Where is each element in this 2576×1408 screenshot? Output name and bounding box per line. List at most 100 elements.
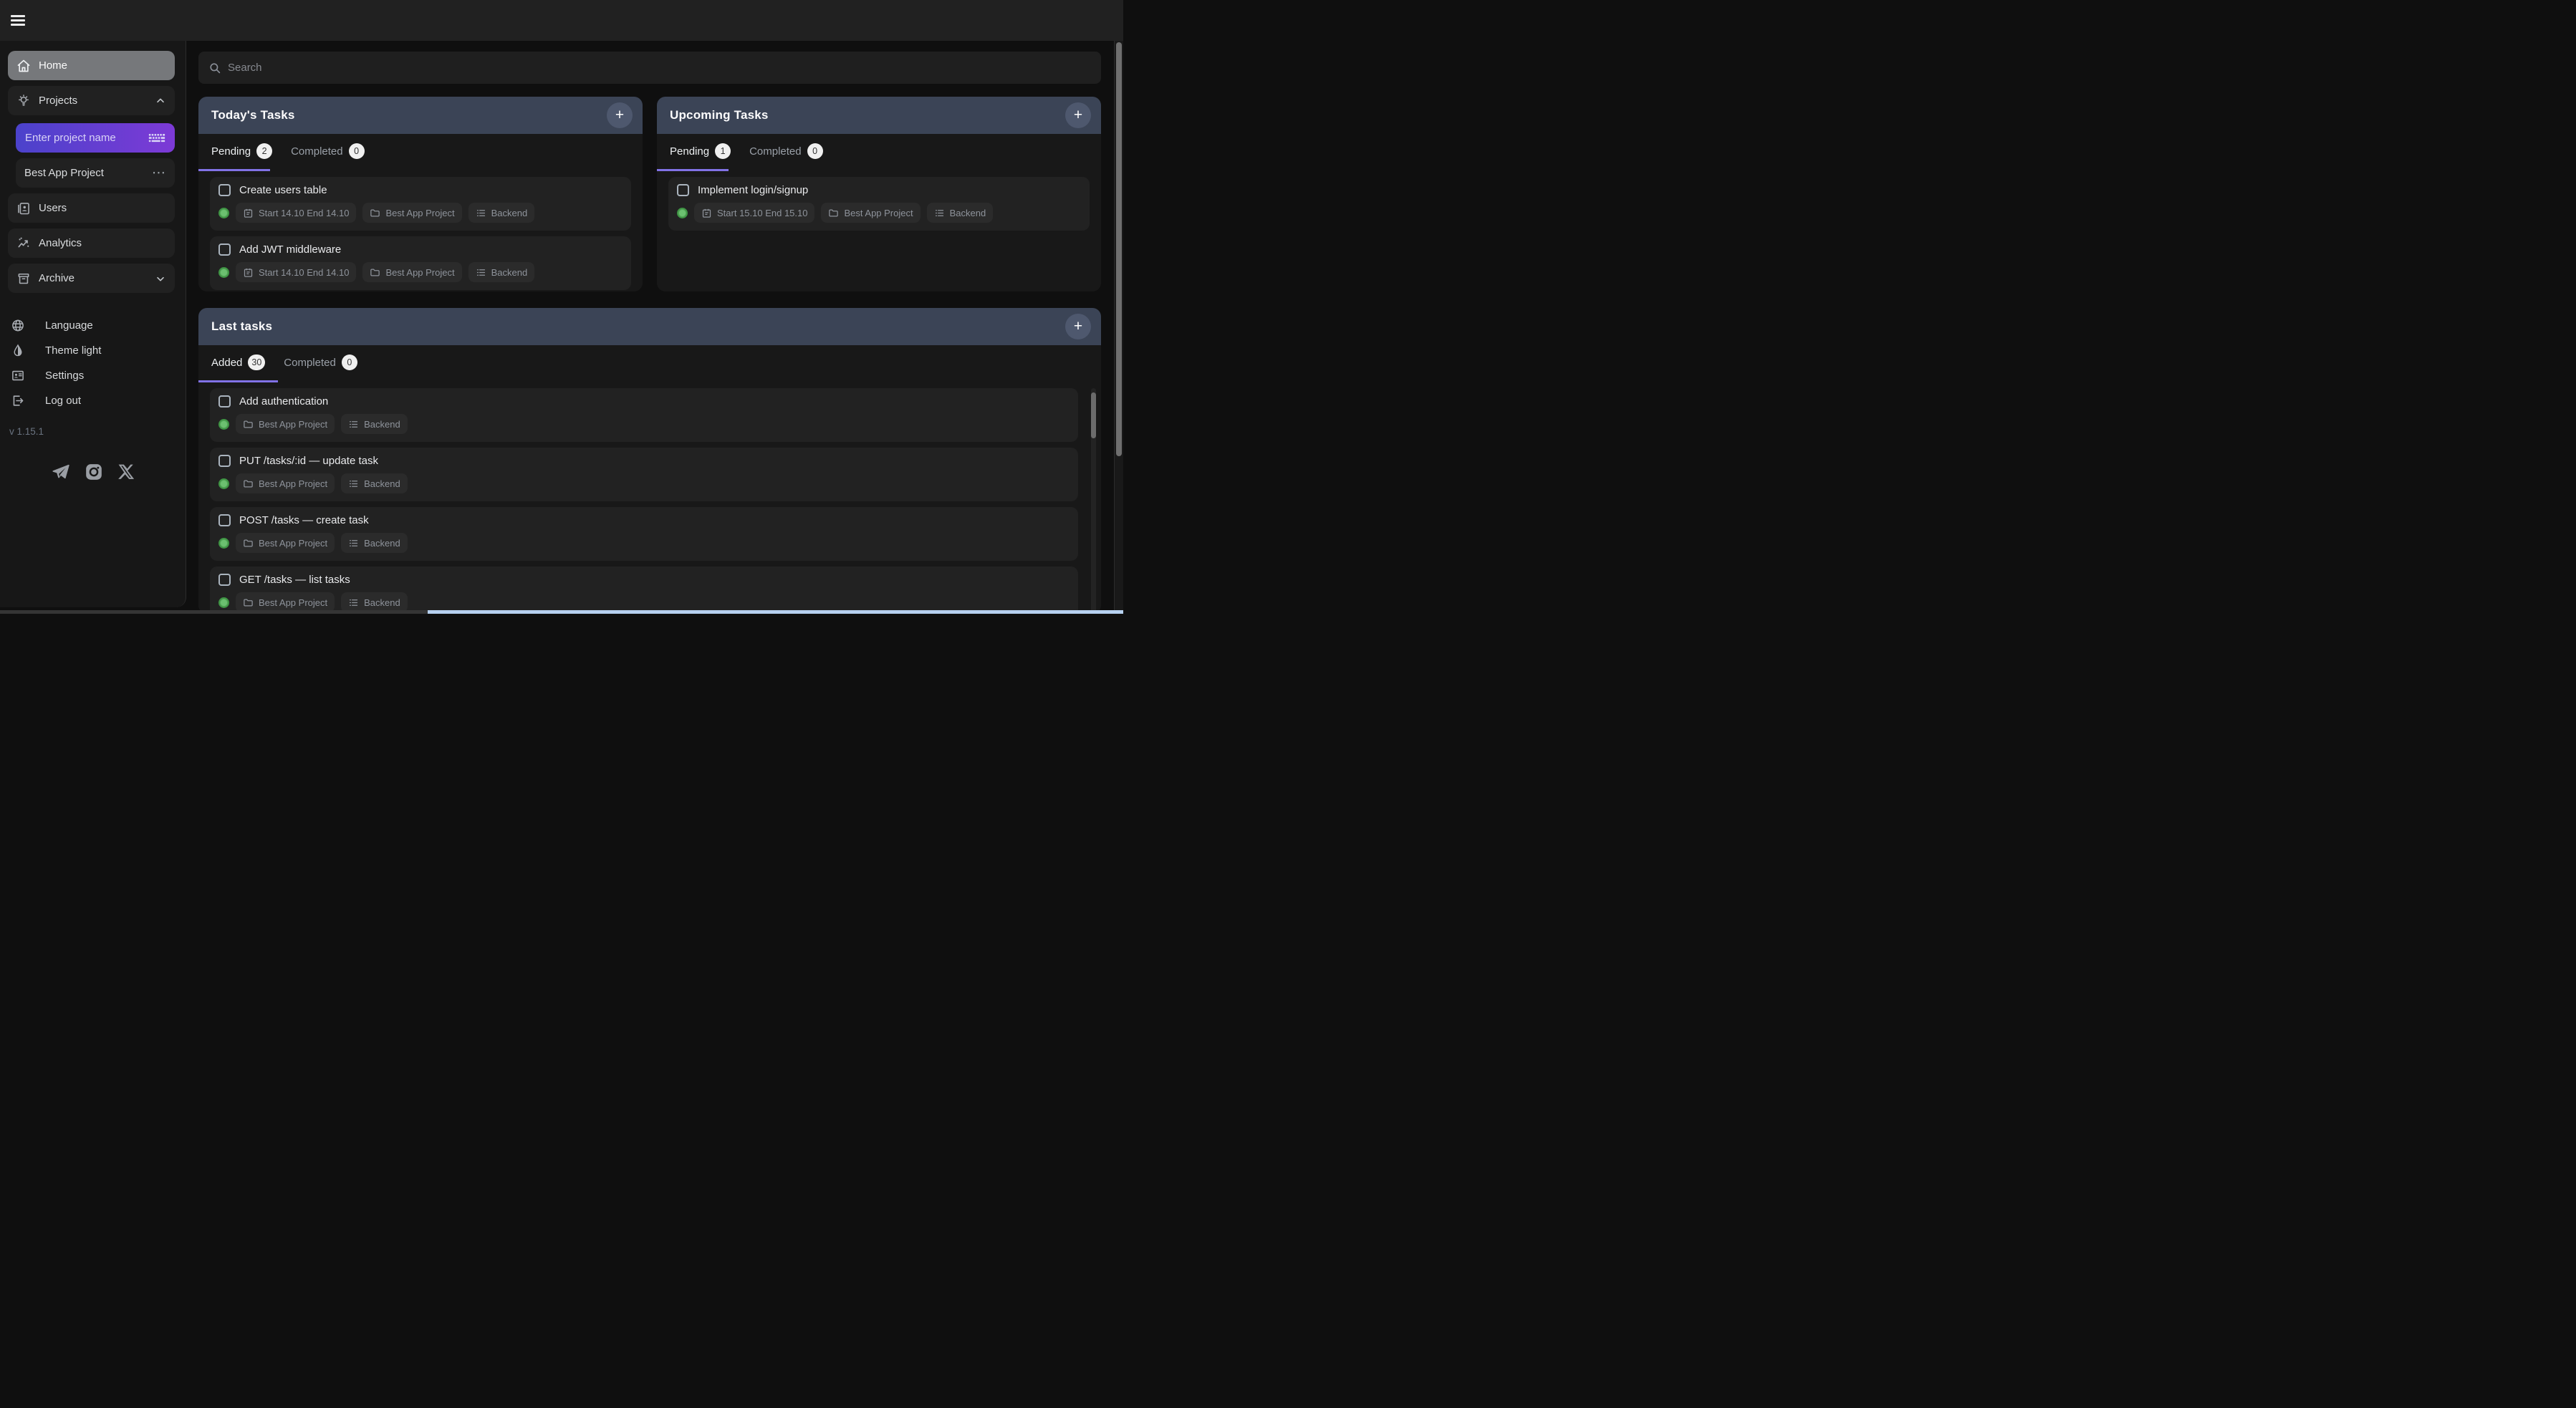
task-checkbox[interactable] [218,514,231,526]
logout-icon [11,394,25,408]
tab-completed[interactable]: Completed 0 [749,143,823,159]
category-chip: Backend [341,533,408,553]
search-input[interactable]: Search [198,52,1101,84]
task-row[interactable]: POST /tasks — create task Best App Proje… [210,507,1078,561]
card-title: Last tasks [211,319,272,334]
list-icon [348,478,359,489]
folder-icon [370,267,380,278]
tab-pending[interactable]: Pending 2 [211,143,272,159]
task-checkbox[interactable] [218,395,231,408]
status-dot [218,538,229,549]
sidebar-item-label: Home [39,59,166,72]
instagram-icon[interactable] [85,463,103,482]
bottom-edge-left [0,610,428,614]
task-title: PUT /tasks/:id — update task [239,455,378,467]
task-title: Implement login/signup [698,184,808,196]
sidebar-link-theme[interactable]: Theme light [0,338,186,363]
status-dot [218,267,229,278]
task-title: GET /tasks — list tasks [239,574,350,586]
card-title: Today's Tasks [211,108,295,122]
chevron-up-icon [155,95,166,107]
sidebar-item-label: Projects [39,95,147,107]
task-row[interactable]: PUT /tasks/:id — update task Best App Pr… [210,448,1078,501]
page-scrollbar-thumb[interactable] [1116,42,1122,456]
list-icon [348,597,359,608]
folder-icon [828,208,839,218]
home-icon [16,59,31,73]
task-title: Add authentication [239,395,328,408]
sidebar-link-label: Log out [45,395,81,407]
list-scrollbar[interactable] [1091,388,1096,614]
list-icon [476,208,486,218]
task-title: POST /tasks — create task [239,514,369,526]
social-links [0,463,186,482]
sidebar-item-label: Archive [39,272,147,284]
sidebar-item-archive[interactable]: Archive [8,264,175,293]
upcoming-tasks-card: Upcoming Tasks + Pending 1 Completed 0 [657,97,1101,291]
sidebar-link-language[interactable]: Language [0,313,186,338]
tab-completed[interactable]: Completed 0 [284,355,357,370]
project-chip: Best App Project [236,473,335,493]
task-title: Create users table [239,184,327,196]
sidebar-item-analytics[interactable]: Analytics [8,228,175,258]
folder-icon [370,208,380,218]
page-scrollbar[interactable] [1114,41,1123,614]
task-checkbox[interactable] [218,455,231,467]
active-tab-indicator [657,169,729,172]
tab-count-badge: 1 [715,143,731,159]
last-tasks-card: Last tasks + Added 30 Completed 0 [198,308,1101,614]
sidebar-item-project-best-app[interactable]: Best App Project ⋯ [16,158,175,188]
globe-icon [11,319,25,332]
add-task-button[interactable]: + [1065,102,1091,128]
todays-tasks-card: Today's Tasks + Pending 2 Completed 0 [198,97,643,291]
bottom-edge [0,610,1123,614]
project-name-input[interactable]: Enter project name [16,123,175,153]
tab-completed[interactable]: Completed 0 [291,143,365,159]
date-chip: Start 15.10 End 15.10 [694,203,814,223]
x-icon[interactable] [117,463,135,482]
folder-icon [243,538,254,549]
topbar [0,0,1123,41]
tabs: Pending 2 Completed 0 [198,134,643,171]
folder-icon [243,419,254,430]
task-checkbox[interactable] [218,243,231,256]
calendar-icon [701,208,712,218]
menu-icon[interactable] [11,15,25,26]
add-task-button[interactable]: + [607,102,633,128]
card-header: Last tasks + [198,308,1101,345]
project-chip: Best App Project [362,262,461,282]
id-card-icon [11,369,25,382]
search-placeholder: Search [228,62,262,74]
category-chip: Backend [468,203,535,223]
task-checkbox[interactable] [677,184,689,196]
sidebar-link-logout[interactable]: Log out [0,388,186,413]
sidebar-link-settings[interactable]: Settings [0,363,186,388]
tab-count-badge: 30 [248,355,265,370]
task-row[interactable]: GET /tasks — list tasks Best App Project… [210,566,1078,614]
category-chip: Backend [341,592,408,612]
card-title: Upcoming Tasks [670,108,769,122]
tabs: Pending 1 Completed 0 [657,134,1101,171]
lightbulb-icon [16,94,31,108]
task-row[interactable]: Implement login/signup Start 15.10 End 1… [668,177,1090,231]
sidebar-item-projects[interactable]: Projects [8,86,175,115]
project-input-placeholder: Enter project name [25,132,116,144]
telegram-icon[interactable] [51,463,70,482]
sidebar-item-home[interactable]: Home [8,51,175,80]
task-row[interactable]: Add authentication Best App Project Back… [210,388,1078,442]
project-chip: Best App Project [236,533,335,553]
task-checkbox[interactable] [218,574,231,586]
project-chip: Best App Project [236,414,335,434]
tab-added[interactable]: Added 30 [211,355,265,370]
tabs: Added 30 Completed 0 [198,345,1101,382]
status-dot [218,208,229,218]
list-scrollbar-thumb[interactable] [1091,392,1096,438]
tab-count-badge: 0 [342,355,357,370]
task-checkbox[interactable] [218,184,231,196]
sidebar-item-users[interactable]: Users [8,193,175,223]
tab-pending[interactable]: Pending 1 [670,143,731,159]
add-task-button[interactable]: + [1065,314,1091,339]
task-row[interactable]: Create users table Start 14.10 End 14.10… [210,177,631,231]
status-dot [677,208,688,218]
task-row[interactable]: Add JWT middleware Start 14.10 End 14.10… [210,236,631,290]
